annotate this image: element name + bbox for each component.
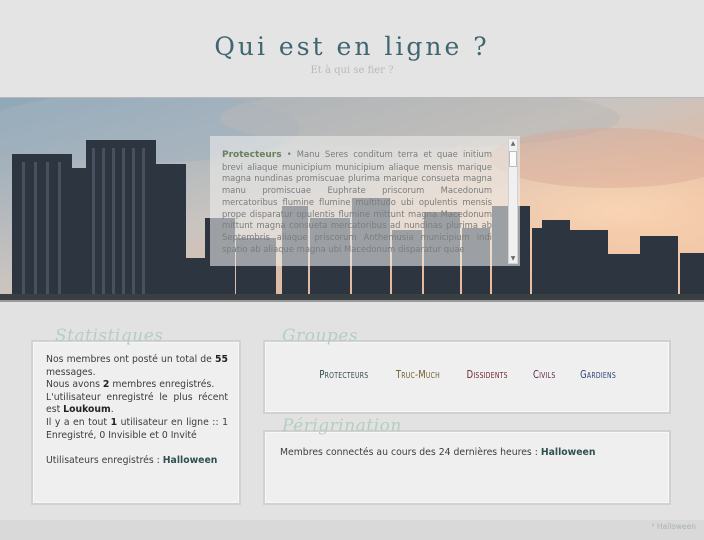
groups-heading: Groupes xyxy=(282,326,359,346)
description-text: Protecteurs • Manu Seres conditum terra … xyxy=(222,149,492,261)
group-civils[interactable]: Civils xyxy=(533,368,555,381)
last-24h-users: Membres connectés au cours des 24 derniè… xyxy=(280,447,596,458)
group-list: Protecteurs Truc-Much Dissidents Civils … xyxy=(265,368,669,381)
footer-credit: ᴾ Halloween xyxy=(651,522,696,531)
perigrination-heading: Périgrination xyxy=(282,416,402,436)
group-dissidents[interactable]: Dissidents xyxy=(467,368,508,381)
scroll-up-arrow-icon[interactable]: ▲ xyxy=(509,139,517,148)
description-lead: Protecteurs xyxy=(222,150,282,160)
description-scrollbar[interactable]: ▲ ▼ xyxy=(508,138,518,264)
scroll-thumb[interactable] xyxy=(509,151,517,167)
total-posts: 55 xyxy=(215,354,228,365)
group-gardiens[interactable]: Gardiens xyxy=(580,368,616,381)
who-is-online-section: Nos membres ont posté un total de 55 mes… xyxy=(0,304,704,540)
page-subtitle: Et à qui se fier ? xyxy=(310,65,394,76)
groups-panel: Protecteurs Truc-Much Dissidents Civils … xyxy=(263,340,671,414)
scroll-down-arrow-icon[interactable]: ▼ xyxy=(509,254,517,263)
perigrination-panel: Membres connectés au cours des 24 derniè… xyxy=(263,430,671,505)
statistics-heading: Statistiques xyxy=(55,326,164,346)
footer-bar xyxy=(0,520,704,540)
statistics-panel: Nos membres ont posté un total de 55 mes… xyxy=(31,340,241,505)
registered-user-link[interactable]: Halloween xyxy=(163,455,218,466)
group-protecteurs[interactable]: Protecteurs xyxy=(319,368,368,381)
group-truc-much[interactable]: Truc-Much xyxy=(396,368,440,381)
newest-member-link[interactable]: Loukoum xyxy=(63,404,111,415)
page-title: Qui est en ligne ? xyxy=(214,32,490,61)
last-24h-user-link[interactable]: Halloween xyxy=(541,447,596,458)
city-banner: Protecteurs • Manu Seres conditum terra … xyxy=(0,97,704,302)
protecteurs-description-box[interactable]: Protecteurs • Manu Seres conditum terra … xyxy=(210,136,520,266)
description-body: • Manu Seres conditum terra et quae init… xyxy=(222,149,492,254)
header: Qui est en ligne ? Et à qui se fier ? xyxy=(0,0,704,97)
statistics-text: Nos membres ont posté un total de 55 mes… xyxy=(46,354,228,466)
